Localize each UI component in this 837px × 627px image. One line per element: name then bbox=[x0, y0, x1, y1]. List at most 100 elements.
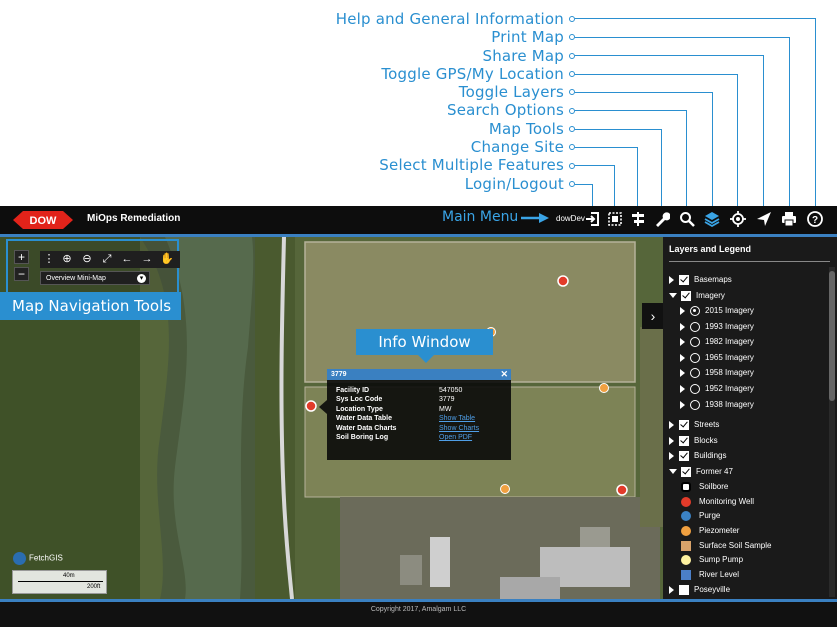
expand-icon[interactable] bbox=[669, 420, 674, 429]
soilbore-symbol-icon bbox=[681, 481, 691, 492]
expand-icon[interactable] bbox=[680, 337, 685, 346]
info-row: Facility ID 547050 bbox=[336, 387, 463, 394]
select-multiple-button[interactable] bbox=[606, 210, 624, 228]
radio-button[interactable] bbox=[690, 305, 700, 316]
nav-toolbar: ⋮ ⊕ ⊖ ⤢ ← → ✋ bbox=[40, 251, 180, 268]
radio-button[interactable] bbox=[690, 383, 700, 394]
arrow-right-icon bbox=[521, 213, 549, 223]
expand-icon[interactable] bbox=[680, 400, 685, 409]
scrollbar-thumb[interactable] bbox=[829, 271, 835, 401]
checkbox[interactable] bbox=[679, 450, 689, 461]
legend-river-level: River Level bbox=[681, 569, 739, 581]
checkbox[interactable] bbox=[679, 274, 689, 285]
layer-buildings[interactable]: Buildings bbox=[669, 450, 726, 462]
expand-icon[interactable] bbox=[669, 585, 674, 594]
scale-line bbox=[18, 581, 103, 582]
checkbox[interactable] bbox=[679, 584, 689, 595]
layer-imagery[interactable]: Imagery bbox=[669, 290, 725, 302]
next-extent-icon[interactable]: → bbox=[140, 252, 154, 266]
expand-icon[interactable] bbox=[680, 368, 685, 377]
map-tools-button[interactable] bbox=[653, 210, 671, 228]
zoom-in-box-icon[interactable]: ⊕ bbox=[60, 252, 74, 266]
collapse-icon[interactable] bbox=[669, 293, 677, 299]
collapse-icon[interactable] bbox=[669, 469, 677, 475]
expand-icon[interactable] bbox=[680, 306, 685, 315]
navigation-tools-callout: Map Navigation Tools bbox=[0, 292, 181, 320]
gps-icon bbox=[730, 211, 746, 227]
footer bbox=[0, 599, 837, 627]
legend-soilbore: Soilbore bbox=[681, 481, 728, 493]
share-map-button[interactable] bbox=[755, 210, 773, 228]
radio-button[interactable] bbox=[690, 367, 700, 378]
checkbox[interactable] bbox=[679, 419, 689, 430]
login-button[interactable] bbox=[584, 210, 602, 228]
layer-imagery-2015[interactable]: 2015 Imagery bbox=[680, 305, 754, 317]
layer-imagery-1982[interactable]: 1982 Imagery bbox=[680, 336, 754, 348]
layer-imagery-1958[interactable]: 1958 Imagery bbox=[680, 367, 754, 379]
dow-logo[interactable]: DOW bbox=[13, 210, 73, 230]
layers-panel: Layers and Legend Basemaps Imagery 2015 … bbox=[663, 237, 837, 599]
toggle-layers-button[interactable] bbox=[703, 210, 721, 228]
expand-icon[interactable] bbox=[669, 436, 674, 445]
open-pdf-link[interactable]: Open PDF bbox=[439, 433, 472, 442]
layer-poseyville[interactable]: Poseyville bbox=[669, 584, 730, 596]
collapse-panel-button[interactable]: › bbox=[642, 303, 664, 329]
callout-login-label: Login/Logout bbox=[464, 175, 564, 193]
checkbox[interactable] bbox=[681, 466, 691, 477]
toggle-gps-button[interactable] bbox=[729, 210, 747, 228]
expand-icon[interactable] bbox=[680, 322, 685, 331]
layer-imagery-1938[interactable]: 1938 Imagery bbox=[680, 399, 754, 411]
screenshot-root: Help and General Information Print Map S… bbox=[0, 0, 837, 627]
zoom-out-button[interactable]: − bbox=[14, 267, 29, 281]
show-charts-link[interactable]: Show Charts bbox=[439, 424, 479, 433]
show-table-link[interactable]: Show Table bbox=[439, 414, 475, 423]
callout-share-label: Share Map bbox=[482, 47, 564, 65]
print-icon bbox=[782, 212, 796, 227]
change-site-button[interactable] bbox=[629, 210, 647, 228]
legend-piezometer: Piezometer bbox=[681, 525, 739, 537]
layer-former-47[interactable]: Former 47 bbox=[669, 466, 733, 478]
expand-icon[interactable] bbox=[680, 384, 685, 393]
fetchgis-logo-icon bbox=[13, 552, 26, 565]
pan-hand-icon[interactable]: ✋ bbox=[160, 252, 174, 266]
callout-select-label: Select Multiple Features bbox=[379, 156, 564, 174]
layer-imagery-1993[interactable]: 1993 Imagery bbox=[680, 321, 754, 333]
checkbox[interactable] bbox=[679, 435, 689, 446]
radio-button[interactable] bbox=[690, 352, 700, 363]
navtools-inner: + − ⋮ ⊕ ⊖ ⤢ ← → ✋ Overview Mini-Map ▾ bbox=[14, 247, 180, 287]
share-icon bbox=[757, 212, 771, 226]
zoom-in-button[interactable]: + bbox=[14, 250, 29, 264]
zoom-out-box-icon[interactable]: ⊖ bbox=[80, 252, 94, 266]
callout-changesite-label: Change Site bbox=[470, 138, 564, 156]
print-map-button[interactable] bbox=[780, 210, 798, 228]
radio-button[interactable] bbox=[690, 321, 700, 332]
callout-gps-label: Toggle GPS/My Location bbox=[381, 65, 564, 83]
full-extent-icon[interactable]: ⤢ bbox=[100, 252, 114, 266]
expand-icon[interactable] bbox=[669, 451, 674, 460]
layer-basemaps[interactable]: Basemaps bbox=[669, 274, 732, 286]
layer-imagery-1952[interactable]: 1952 Imagery bbox=[680, 383, 754, 395]
help-button[interactable]: ? bbox=[806, 210, 824, 228]
close-icon[interactable]: ✕ bbox=[500, 369, 508, 380]
info-window-title: 3779 ✕ bbox=[327, 369, 511, 380]
layer-streets[interactable]: Streets bbox=[669, 419, 719, 431]
overview-minimap-select[interactable]: Overview Mini-Map ▾ bbox=[40, 271, 150, 285]
radio-button[interactable] bbox=[690, 336, 700, 347]
purge-symbol-icon bbox=[681, 510, 691, 521]
expand-icon[interactable] bbox=[680, 353, 685, 362]
app-title: MiOps Remediation bbox=[87, 213, 181, 224]
more-vertical-icon[interactable]: ⋮ bbox=[42, 252, 56, 266]
info-row: Water Data Charts Show Charts bbox=[336, 424, 480, 433]
layer-imagery-1965[interactable]: 1965 Imagery bbox=[680, 352, 754, 364]
checkbox[interactable] bbox=[681, 290, 691, 301]
search-button[interactable] bbox=[678, 210, 696, 228]
username-label: dowDev bbox=[556, 214, 585, 223]
previous-extent-icon[interactable]: ← bbox=[120, 252, 134, 266]
radio-button[interactable] bbox=[690, 399, 700, 410]
expand-icon[interactable] bbox=[669, 275, 674, 284]
layer-blocks[interactable]: Blocks bbox=[669, 435, 718, 447]
callout-pointer bbox=[418, 355, 434, 363]
info-window-pointer bbox=[319, 400, 327, 414]
legend-purge: Purge bbox=[681, 510, 720, 522]
panel-scrollbar[interactable] bbox=[829, 267, 835, 597]
